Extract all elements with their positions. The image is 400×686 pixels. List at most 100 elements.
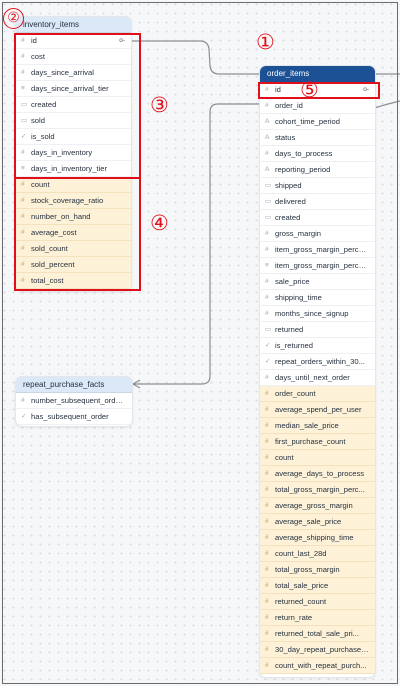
field-row[interactable]: ▭ shipped <box>260 178 375 194</box>
field-row[interactable]: Astatus <box>260 130 375 146</box>
measure-label: sold_percent <box>31 259 75 269</box>
dimension-type-icon: # <box>265 101 269 109</box>
field-row[interactable]: Areporting_period <box>260 162 375 178</box>
field-row[interactable]: # shipping_time <box>260 290 375 306</box>
field-label: shipped <box>275 180 302 190</box>
table-inventory-items[interactable]: inventory_items # id o‑ # cost # days_since_ar… <box>16 17 131 291</box>
field-row[interactable]: ✓ is_sold <box>16 129 131 145</box>
measure-row[interactable]: # first_purchase_count <box>260 434 375 450</box>
field-row[interactable]: Acohort_time_period <box>260 114 375 130</box>
measure-label: sold_count <box>31 243 68 253</box>
field-row[interactable]: ✓ repeat_orders_within_30... <box>260 354 375 370</box>
field-label: months_since_signup <box>275 308 349 318</box>
field-row[interactable]: # id o‑ <box>260 82 375 98</box>
field-row[interactable]: # days_to_process <box>260 146 375 162</box>
field-row[interactable]: # days_in_inventory <box>16 145 131 161</box>
field-label: shipping_time <box>275 292 322 302</box>
field-row[interactable]: ▭ delivered <box>260 194 375 210</box>
measure-row[interactable]: # count_last_28d <box>260 546 375 562</box>
field-row[interactable]: ≡ item_gross_margin_perce... <box>260 258 375 274</box>
field-row[interactable]: # months_since_signup <box>260 306 375 322</box>
date-type-icon: ▭ <box>265 197 272 205</box>
measure-row[interactable]: # average_days_to_process <box>260 466 375 482</box>
measure-row[interactable]: # average_spend_per_user <box>260 402 375 418</box>
measure-row[interactable]: # return_rate <box>260 610 375 626</box>
measure-label: total_cost <box>31 275 64 285</box>
field-row[interactable]: # gross_margin <box>260 226 375 242</box>
field-row[interactable]: # item_gross_margin_perce... <box>260 242 375 258</box>
dimension-type-icon: # <box>21 180 25 188</box>
measure-label: average_spend_per_user <box>275 404 362 414</box>
measure-row[interactable]: # order_count <box>260 386 375 402</box>
field-row[interactable]: ▭ created <box>260 210 375 226</box>
measure-row[interactable]: # returned_count <box>260 594 375 610</box>
dimension-type-icon: # <box>21 36 25 44</box>
measure-row[interactable]: # average_gross_margin <box>260 498 375 514</box>
field-label: id <box>31 35 37 45</box>
measure-label: return_rate <box>275 612 313 622</box>
measure-row[interactable]: # count_with_repeat_purch... <box>260 658 375 674</box>
field-label: days_in_inventory_tier <box>31 163 107 173</box>
measure-label: number_on_hand <box>31 211 91 221</box>
yesno-type-icon: ✓ <box>21 132 27 140</box>
measure-row[interactable]: # total_gross_margin <box>260 562 375 578</box>
measure-row[interactable]: # count <box>260 450 375 466</box>
field-row[interactable]: ▭ created <box>16 97 131 113</box>
field-row[interactable]: ≡ days_since_arrival_tier <box>16 81 131 97</box>
dimension-type-icon: # <box>21 68 25 76</box>
dimension-type-icon: # <box>21 244 25 252</box>
measure-row[interactable]: # count <box>16 177 131 193</box>
measure-label: stock_coverage_ratio <box>31 195 104 205</box>
field-row[interactable]: ▭ sold <box>16 113 131 129</box>
dimension-type-icon: # <box>21 276 25 284</box>
measure-row[interactable]: # median_sale_price <box>260 418 375 434</box>
primary-key-icon: o‑ <box>119 36 125 44</box>
field-row[interactable]: ≡ days_in_inventory_tier <box>16 161 131 177</box>
field-label: gross_margin <box>275 228 322 238</box>
field-row[interactable]: ✓ has_subsequent_order <box>16 409 132 425</box>
field-row[interactable]: # order_id <box>260 98 375 114</box>
dimension-type-icon: # <box>265 565 269 573</box>
dimension-type-icon: # <box>265 421 269 429</box>
field-row[interactable]: # number_subsequent_order... <box>16 393 132 409</box>
dimension-type-icon: # <box>265 597 269 605</box>
field-row[interactable]: # days_until_next_order <box>260 370 375 386</box>
measure-row[interactable]: #30_day_repeat_purchase_... <box>260 642 375 658</box>
dimension-type-icon: # <box>265 277 269 285</box>
table-title-repeat-purchase-facts[interactable]: repeat_purchase_facts <box>16 377 132 393</box>
field-row[interactable]: # sale_price <box>260 274 375 290</box>
join-line-order-right-lower <box>373 100 400 109</box>
measure-row[interactable]: # stock_coverage_ratio <box>16 193 131 209</box>
yesno-type-icon: ✓ <box>21 412 27 420</box>
measure-row[interactable]: # sold_count <box>16 241 131 257</box>
measure-label: returned_count <box>275 596 327 606</box>
measure-row[interactable]: # average_cost <box>16 225 131 241</box>
field-row[interactable]: # id o‑ <box>16 33 131 49</box>
table-title-inventory-items[interactable]: inventory_items <box>16 17 131 33</box>
dimension-type-icon: # <box>265 629 269 637</box>
field-row[interactable]: ✓ is_returned <box>260 338 375 354</box>
dimension-type-icon: # <box>21 212 25 220</box>
table-repeat-purchase-facts[interactable]: repeat_purchase_facts # number_subsequent… <box>16 377 132 426</box>
field-row[interactable]: # cost <box>16 49 131 65</box>
dimension-type-icon: # <box>265 453 269 461</box>
measure-row[interactable]: # returned_total_sale_pri... <box>260 626 375 642</box>
dimension-type-icon: # <box>21 52 25 60</box>
measure-row[interactable]: # total_cost <box>16 273 131 289</box>
measure-row[interactable]: # average_sale_price <box>260 514 375 530</box>
field-row[interactable]: # days_since_arrival <box>16 65 131 81</box>
measure-label: order_count <box>275 388 316 398</box>
measure-row[interactable]: # number_on_hand <box>16 209 131 225</box>
join-line-inventory-to-order <box>131 40 262 75</box>
field-label: cost <box>31 51 45 61</box>
measure-row[interactable]: # sold_percent <box>16 257 131 273</box>
table-order-items[interactable]: order_items # id o‑ # order_id Acohort_time_p… <box>260 66 375 677</box>
measure-row[interactable]: # total_gross_margin_perc... <box>260 482 375 498</box>
measure-label: average_sale_price <box>275 516 342 526</box>
field-row[interactable]: ▭ returned <box>260 322 375 338</box>
measure-row[interactable]: # total_sale_price <box>260 578 375 594</box>
field-label: days_in_inventory <box>31 147 93 157</box>
measure-row[interactable]: # average_shipping_time <box>260 530 375 546</box>
text-type-icon: A <box>265 165 270 173</box>
table-title-order-items[interactable]: order_items <box>260 66 375 82</box>
